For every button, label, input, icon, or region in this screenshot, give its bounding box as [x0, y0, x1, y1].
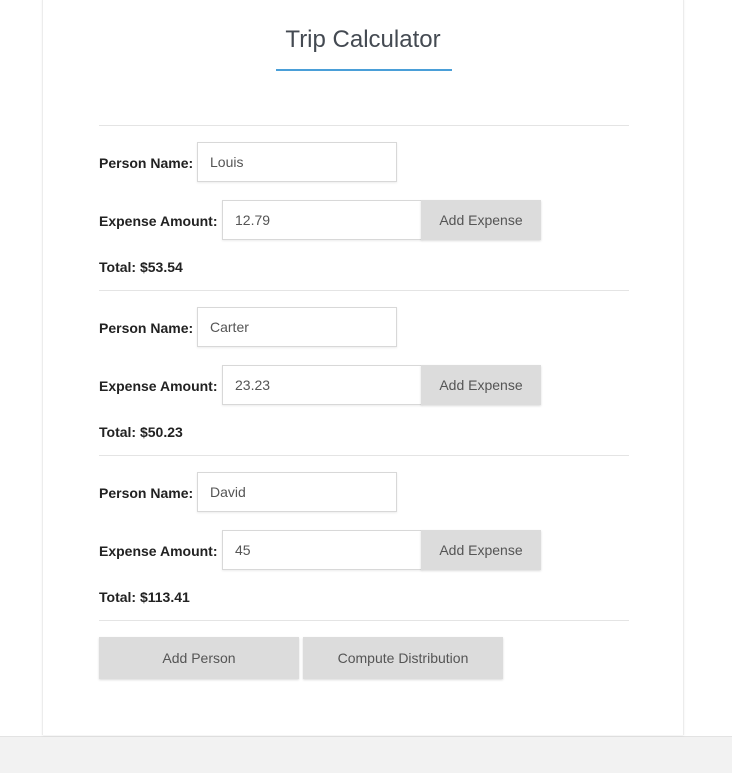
- add-person-button[interactable]: Add Person: [99, 637, 299, 679]
- person-name-label: Person Name:: [99, 320, 194, 336]
- section-divider: [99, 455, 629, 456]
- section-divider: [99, 290, 629, 291]
- person-name-input[interactable]: [197, 307, 397, 347]
- add-expense-button[interactable]: Add Expense: [421, 530, 541, 570]
- expense-amount-input[interactable]: [222, 365, 422, 405]
- person-total: Total: $50.23: [99, 424, 183, 440]
- trip-calculator-card: Trip Calculator Person Name: Expense Amo…: [42, 0, 684, 735]
- person-total: Total: $53.54: [99, 259, 183, 275]
- compute-distribution-button[interactable]: Compute Distribution: [303, 637, 503, 679]
- expense-amount-label: Expense Amount:: [99, 378, 218, 394]
- expense-amount-input[interactable]: [222, 200, 422, 240]
- expense-amount-input[interactable]: [222, 530, 422, 570]
- section-divider: [99, 620, 629, 621]
- expense-amount-label: Expense Amount:: [99, 213, 218, 229]
- expense-amount-label: Expense Amount:: [99, 543, 218, 559]
- person-name-label: Person Name:: [99, 485, 194, 501]
- person-total: Total: $113.41: [99, 589, 190, 605]
- person-name-input[interactable]: [197, 472, 397, 512]
- page-footer-band: [0, 736, 732, 773]
- title-underline: [276, 69, 452, 71]
- section-divider: [99, 125, 629, 126]
- add-expense-button[interactable]: Add Expense: [421, 365, 541, 405]
- person-name-input[interactable]: [197, 142, 397, 182]
- person-name-label: Person Name:: [99, 155, 194, 171]
- add-expense-button[interactable]: Add Expense: [421, 200, 541, 240]
- page-title: Trip Calculator: [285, 26, 441, 53]
